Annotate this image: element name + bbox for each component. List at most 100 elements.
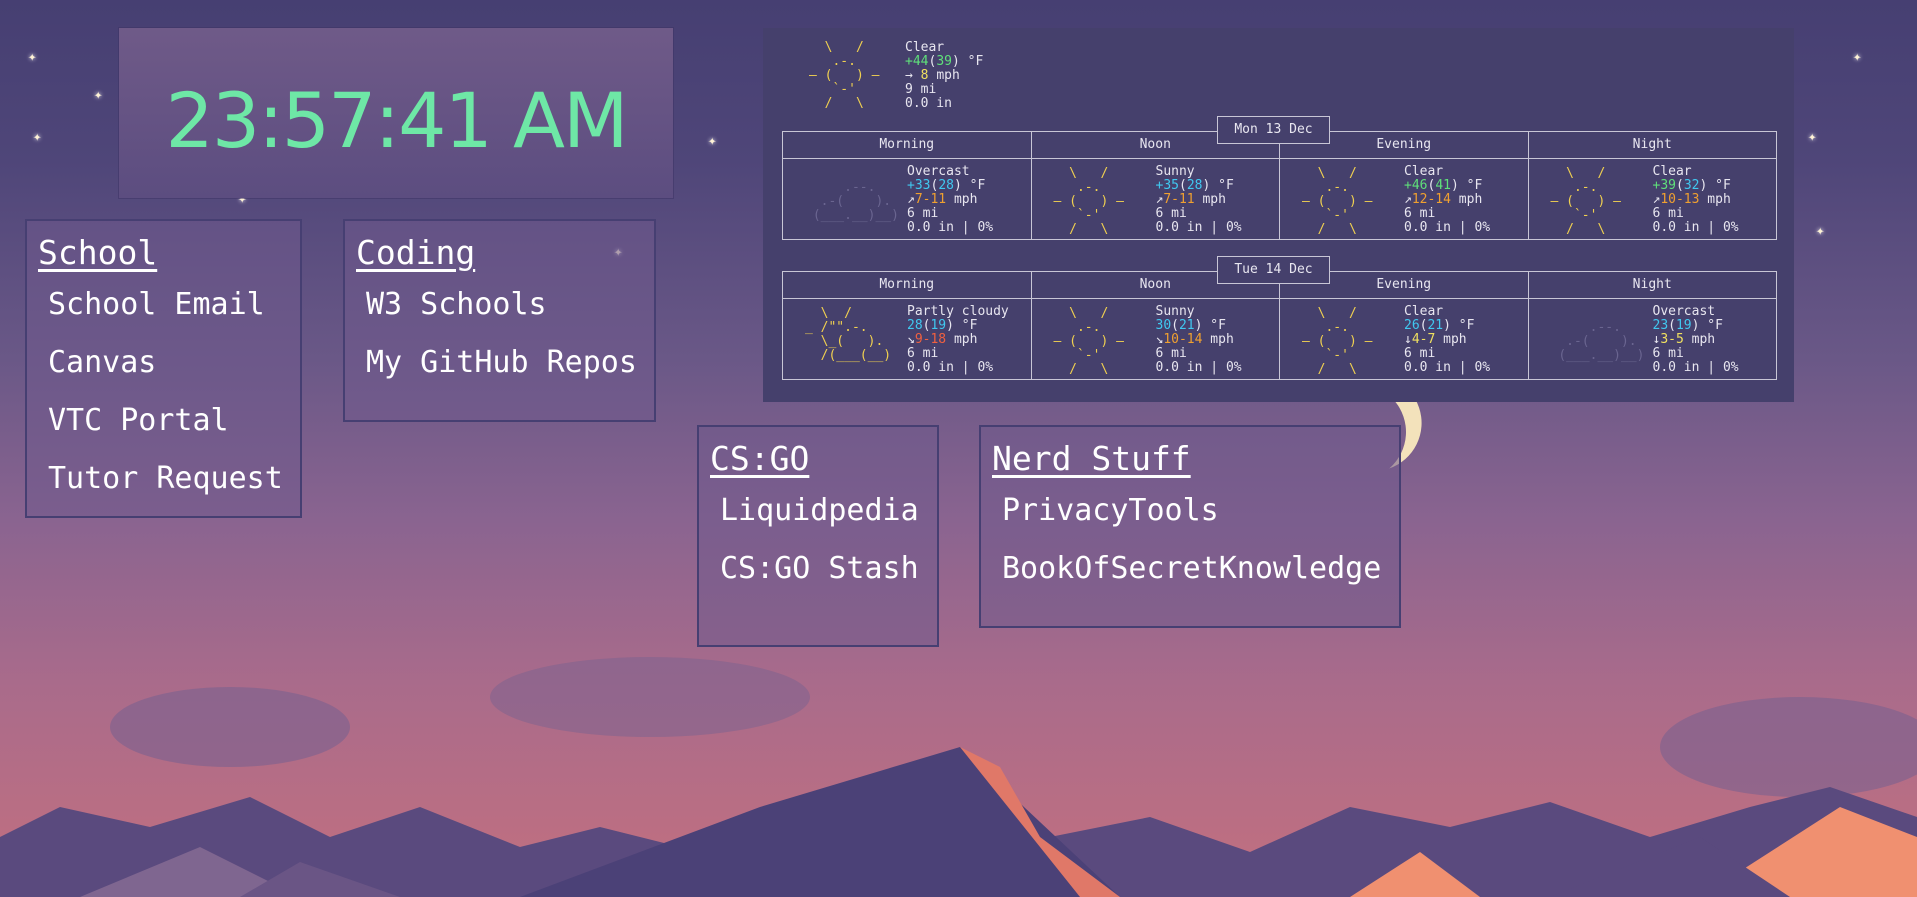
forecast-info: Sunny +35(28) °F ↗7-11 mph 6 mi 0.0 in | 0% [1156,165,1242,235]
forecast-info: Sunny 30(21) °F ↘10-14 mph 6 mi 0.0 in | 0% [1156,305,1242,375]
forecast-condition: Clear [1404,304,1444,319]
forecast-temp: 28(19) °F [907,318,978,333]
forecast-visibility: 6 mi [1404,206,1436,221]
forecast-visibility: 6 mi [1155,206,1187,221]
list-item: Canvas [48,334,300,392]
group-school: School School Email Canvas VTC Portal Tu… [25,219,302,518]
forecast-visibility: 6 mi [1652,206,1684,221]
link-canvas[interactable]: Canvas [48,345,156,380]
forecast-visibility: 6 mi [1155,346,1187,361]
forecast-slot: .--. .-( ). (___.__)__) Overcast 23(19) °… [1529,299,1777,379]
weather-panel: \ / .-. ― ( ) ― `-' / \ Clear +44(39) °F… [763,28,1794,402]
forecast-wind: ↗12-14 mph [1404,192,1483,207]
period-label: Morning [783,132,1032,158]
sun-icon: \ / .-. ― ( ) ― `-' / \ [1302,166,1373,237]
forecast-visibility: 6 mi [907,206,939,221]
group-title: CS:GO [710,439,810,478]
link-bookofsecretknowledge[interactable]: BookOfSecretKnowledge [1002,551,1381,586]
list-item: W3 Schools [366,276,654,334]
forecast-info: Overcast 23(19) °F ↓3-5 mph 6 mi 0.0 in | 0% [1653,305,1739,375]
list-item: CS:GO Stash [720,540,937,598]
sun-icon: \ / .-. ― ( ) ― `-' / \ [1053,166,1124,237]
list-item: Tutor Request [48,450,300,508]
group-title: Coding [356,233,476,272]
forecast-precip: 0.0 in | 0% [1155,360,1242,375]
forecast-slot: \ / .-. ― ( ) ― `-' / \ Clear 26(21) °F ↓4-… [1280,299,1529,379]
group-title: Nerd Stuff [992,439,1191,478]
forecast-temp: +39(32) °F [1652,178,1731,193]
forecast-slot: .--. .-( ). (___.__)__) Overcast +33(28) … [783,159,1032,239]
forecast-precip: 0.0 in | 0% [1404,220,1491,235]
forecast-wind: ↗10-13 mph [1652,192,1731,207]
forecast-info: Overcast +33(28) °F ↗7-11 mph 6 mi 0.0 in | … [907,165,993,235]
forecast-condition: Overcast [1652,304,1716,319]
link-privacytools[interactable]: PrivacyTools [1002,493,1219,528]
forecast-visibility: 6 mi [907,346,939,361]
link-github-repos[interactable]: My GitHub Repos [366,345,637,380]
link-csgo-stash[interactable]: CS:GO Stash [720,551,919,586]
period-label: Night [1632,137,1672,152]
period-label: Morning [783,272,1032,298]
group-nerd-stuff: Nerd Stuff PrivacyTools BookOfSecretKnow… [979,425,1401,628]
forecast-slot: \ / .-. ― ( ) ― `-' / \ Clear +39(32) °F ↗1… [1529,159,1777,239]
forecast-temp: 23(19) °F [1652,318,1723,333]
forecast-wind: ↗7-11 mph [1155,192,1226,207]
forecast-slot: \ / .-. ― ( ) ― `-' / \ Sunny +35(28) °F ↗7… [1032,159,1280,239]
list-item: School Email [48,276,300,334]
forecast-day-label: Tue 14 Dec [1217,256,1330,284]
forecast-condition: Clear [1652,164,1692,179]
period-label: Night [1632,277,1672,292]
forecast-wind: ↘10-14 mph [1155,332,1234,347]
link-list: School Email Canvas VTC Portal Tutor Req… [27,276,300,508]
star-icon: ✦ [1853,49,1862,65]
forecast-temp: 30(21) °F [1155,318,1226,333]
link-school-email[interactable]: School Email [48,287,265,322]
current-condition: Clear [905,40,945,55]
sun-icon: \ / .-. ― ( ) ― `-' / \ [809,40,880,111]
list-item: Liquidpedia [720,482,937,540]
forecast-wind: ↓3-5 mph [1652,332,1716,347]
star-icon: ✦ [1808,129,1817,145]
current-precip: 0.0 in [905,96,952,111]
forecast-day: Tue 14 Dec Morning Noon Evening Night \ / _ … [782,256,1777,380]
forecast-info: Clear 26(21) °F ↓4-7 mph 6 mi 0.0 in | 0% [1404,305,1490,375]
forecast-info: Partly cloudy 28(19) °F ↘9-18 mph 6 mi 0.0 i… [907,305,1009,375]
forecast-temp: +33(28) °F [907,178,986,193]
link-list: Liquidpedia CS:GO Stash [699,482,937,598]
forecast-day-label: Mon 13 Dec [1217,116,1330,144]
forecast-info: Clear +39(32) °F ↗10-13 mph 6 mi 0.0 in | 0% [1653,165,1739,235]
link-liquidpedia[interactable]: Liquidpedia [720,493,919,528]
hills-illustration [0,657,1917,897]
link-w3-schools[interactable]: W3 Schools [366,287,547,322]
star-icon: ✦ [33,129,42,145]
sun-icon: \ / .-. ― ( ) ― `-' / \ [1302,306,1373,377]
cloud-icon: .--. .-( ). (___.__)__) [812,180,899,223]
forecast-visibility: 6 mi [1652,346,1684,361]
forecast-precip: 0.0 in | 0% [1652,220,1739,235]
group-title: School [38,233,158,272]
clock-panel: 23:57:41 AM [119,28,673,198]
forecast-precip: 0.0 in | 0% [907,220,994,235]
forecast-precip: 0.0 in | 0% [1652,360,1739,375]
list-item: VTC Portal [48,392,300,450]
link-vtc-portal[interactable]: VTC Portal [48,403,229,438]
link-list: W3 Schools My GitHub Repos [345,276,654,392]
forecast-condition: Sunny [1155,164,1195,179]
list-item: BookOfSecretKnowledge [1002,540,1399,598]
forecast-temp: 26(21) °F [1404,318,1475,333]
forecast-temp: +35(28) °F [1155,178,1234,193]
current-weather: Clear +44(39) °F → 8 mph 9 mi 0.0 in [905,41,983,111]
forecast-condition: Clear [1404,164,1444,179]
link-tutor-request[interactable]: Tutor Request [48,461,283,496]
list-item: PrivacyTools [1002,482,1399,540]
list-item: My GitHub Repos [366,334,654,392]
forecast-precip: 0.0 in | 0% [907,360,994,375]
current-visibility: 9 mi [905,82,937,97]
group-coding: Coding W3 Schools My GitHub Repos [343,219,656,422]
forecast-visibility: 6 mi [1404,346,1436,361]
link-list: PrivacyTools BookOfSecretKnowledge [981,482,1399,598]
star-icon: ✦ [94,87,103,103]
group-csgo: CS:GO Liquidpedia CS:GO Stash [697,425,939,647]
cloud-icon: .--. .-( ). (___.__)__) [1558,320,1645,363]
forecast-precip: 0.0 in | 0% [1155,220,1242,235]
